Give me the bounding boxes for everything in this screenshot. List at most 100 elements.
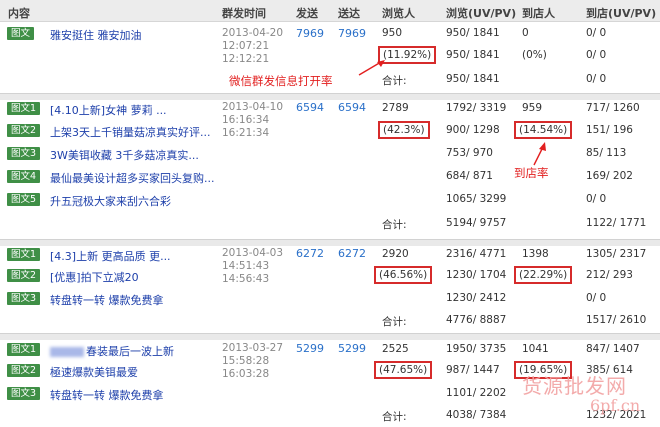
article-link[interactable]: 3W美铒收藏 3千多菇凉真实... (50, 147, 199, 163)
store-uv-pv: 717/ 1260 (586, 102, 640, 114)
total-store: 1517/ 2610 (586, 314, 647, 326)
article-tag: 图文3 (7, 387, 41, 400)
article-tag: 图文3 (7, 292, 41, 305)
broadcast-group: 2013-04-10 16:16:34 16:21:34 6594 6594 图… (0, 94, 660, 240)
views-uv-pv: 950/ 1841 (446, 27, 500, 39)
total-views: 4776/ 8887 (446, 314, 507, 326)
views-uv-pv: 684/ 871 (446, 170, 493, 182)
col-views: 浏览(UV/PV) (446, 7, 517, 20)
article-tag: 图文4 (7, 170, 41, 183)
open-rate-highlight: (42.3%) (378, 121, 430, 139)
article-link[interactable]: 極速爆款美铒最爱 (50, 364, 138, 380)
total-label: 合计: (382, 75, 407, 87)
watermark-url: 6pf.cn (590, 396, 641, 415)
to-store-count: 0 (522, 27, 529, 39)
watermark-text: 货源批发网 (522, 374, 627, 398)
col-sent: 发送 (296, 7, 318, 20)
article-link[interactable]: 上架3天上千销量菇凉真实好评... (50, 124, 211, 140)
views-uv-pv: 1101/ 2202 (446, 387, 507, 399)
article-link[interactable]: 最仙最美设计超多买家回头复购... (50, 170, 215, 186)
article-link[interactable]: 转盘转一转 爆款免费拿 (50, 292, 164, 308)
broadcast-group: 图文 雅安挺住 雅安加油 950 950/ 1841 0 0/ 0 2013-0… (0, 22, 660, 94)
col-viewers: 浏览人 (382, 7, 415, 20)
delivered-count[interactable]: 7969 (338, 27, 366, 40)
total-views: 4038/ 7384 (446, 409, 507, 421)
store-rate: (0%) (522, 49, 547, 61)
to-store-count: 1041 (522, 343, 549, 355)
col-content: 内容 (8, 7, 30, 20)
views-uv-pv: 753/ 970 (446, 147, 493, 159)
store-uv-pv: 151/ 196 (586, 124, 633, 136)
total-views: 5194/ 9757 (446, 217, 507, 229)
table-row: 图文4 最仙最美设计超多买家回头复购... 684/ 871 169/ 202 (0, 167, 660, 187)
article-link[interactable]: [优惠]拍下立减20 (50, 269, 139, 285)
total-store: 0/ 0 (586, 73, 607, 85)
table-row: 图文 雅安挺住 雅安加油 950 950/ 1841 0 0/ 0 (0, 24, 660, 44)
sent-count[interactable]: 7969 (296, 27, 324, 40)
views-uv-pv: 2316/ 4771 (446, 248, 507, 260)
table-row: 图文1 [4.10上新]女神 萝莉 ... 2789 1792/ 3319 95… (0, 99, 660, 119)
article-link[interactable]: [4.10上新]女神 萝莉 ... (50, 102, 167, 118)
viewers-count: 2920 (382, 248, 409, 260)
table-row: 图文2 上架3天上千销量菇凉真实好评... (42.3%) 900/ 1298 … (0, 121, 660, 141)
total-row: 合计: 4038/ 7384 1232/ 2021 (0, 406, 660, 426)
store-uv-pv: 0/ 0 (586, 193, 607, 205)
views-uv-pv: 1230/ 2412 (446, 292, 507, 304)
open-rate-highlight: (47.65%) (374, 361, 433, 379)
article-link[interactable]: 转盘转一转 爆款免费拿 (50, 387, 164, 403)
article-link[interactable]: 春装最后一波上新 (50, 343, 174, 359)
col-delivered: 送达 (338, 7, 360, 20)
views-uv-pv: 950/ 1841 (446, 49, 500, 61)
broadcast-group: 2013-04-03 14:51:43 14:56:43 6272 6272 图… (0, 240, 660, 334)
store-uv-pv: 847/ 1407 (586, 343, 640, 355)
views-uv-pv: 987/ 1447 (446, 364, 500, 376)
article-tag: 图文2 (7, 124, 41, 137)
store-uv-pv: 85/ 113 (586, 147, 627, 159)
article-tag: 图文5 (7, 193, 41, 206)
store-rate-highlight: (22.29%) (514, 266, 573, 284)
open-rate-highlight: (46.56%) (374, 266, 433, 284)
total-label: 合计: (382, 411, 407, 423)
article-tag: 图文1 (7, 343, 41, 356)
article-link[interactable]: [4.3]上新 更高品质 更... (50, 248, 171, 264)
store-uv-pv: 169/ 202 (586, 170, 633, 182)
table-row: 图文3 3W美铒收藏 3千多菇凉真实... 753/ 970 85/ 113 (0, 144, 660, 164)
article-tag: 图文2 (7, 269, 41, 282)
table-row: 图文1 春装最后一波上新 2525 1950/ 3735 1041 847/ 1… (0, 340, 660, 360)
total-views: 950/ 1841 (446, 73, 500, 85)
viewers-count: 2789 (382, 102, 409, 114)
total-label: 合计: (382, 219, 407, 231)
article-tag: 图文 (7, 27, 35, 40)
store-uv-pv: 1305/ 2317 (586, 248, 647, 260)
total-store: 1122/ 1771 (586, 217, 647, 229)
table-header: 内容 群发时间 发送 送达 浏览人 浏览(UV/PV) 到店人 到店(UV/PV… (0, 0, 660, 22)
to-store-count: 1398 (522, 248, 549, 260)
table-row: 图文3 转盘转一转 爆款免费拿 1230/ 2412 0/ 0 (0, 289, 660, 309)
rate-row: (11.92%) 950/ 1841 (0%) 0/ 0 (0, 45, 660, 65)
store-uv-pv: 0/ 0 (586, 49, 607, 61)
store-rate-highlight: (14.54%) (514, 121, 573, 139)
article-tag: 图文3 (7, 147, 41, 160)
store-uv-pv: 0/ 0 (586, 292, 607, 304)
col-to-store: 到店人 (522, 7, 555, 20)
views-uv-pv: 900/ 1298 (446, 124, 500, 136)
col-send-time: 群发时间 (222, 7, 266, 20)
col-store: 到店(UV/PV) (586, 7, 657, 20)
store-uv-pv: 0/ 0 (586, 27, 607, 39)
store-uv-pv: 212/ 293 (586, 269, 633, 281)
article-link[interactable]: 升五冠极大家来刮六合彩 (50, 193, 171, 209)
article-tag: 图文1 (7, 102, 41, 115)
article-tag: 图文2 (7, 364, 41, 377)
views-uv-pv: 1950/ 3735 (446, 343, 507, 355)
views-uv-pv: 1065/ 3299 (446, 193, 507, 205)
to-store-count: 959 (522, 102, 543, 114)
total-row: 合计: 5194/ 9757 1122/ 1771 (0, 214, 660, 234)
views-uv-pv: 1230/ 1704 (446, 269, 507, 281)
blurred-text (50, 347, 84, 357)
total-row: 合计: 4776/ 8887 1517/ 2610 (0, 311, 660, 331)
article-tag: 图文1 (7, 248, 41, 261)
viewers-count: 2525 (382, 343, 409, 355)
article-link[interactable]: 雅安挺住 雅安加油 (50, 27, 142, 43)
total-label: 合计: (382, 316, 407, 328)
table-row: 图文2 [优惠]拍下立减20 (46.56%) 1230/ 1704 (22.2… (0, 266, 660, 286)
